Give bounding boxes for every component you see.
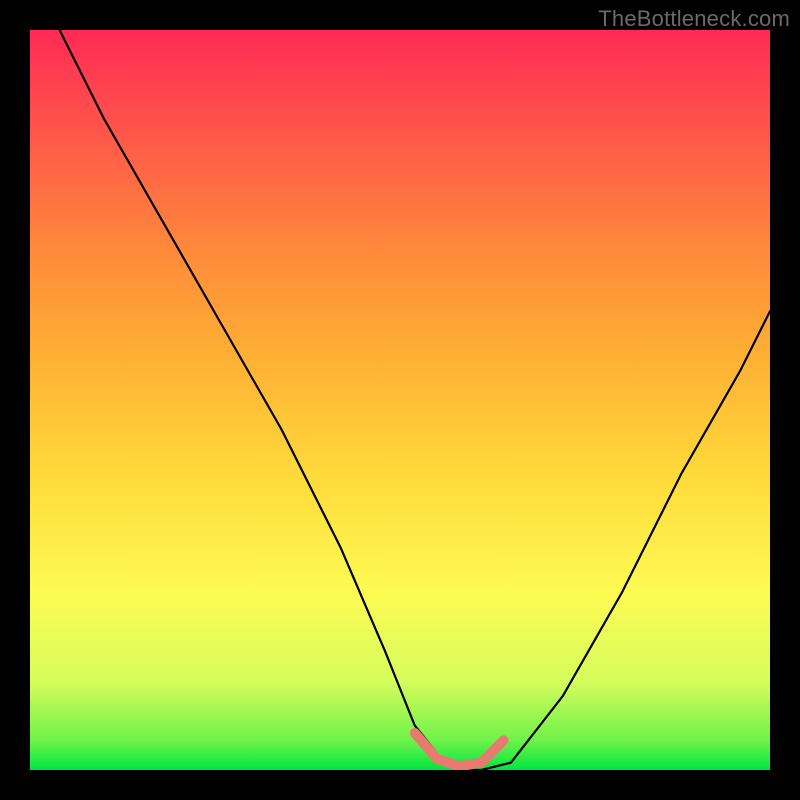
curve-layer [30,30,770,770]
trough-highlight [415,733,504,766]
chart-frame: TheBottleneck.com [0,0,800,800]
bottleneck-curve [60,30,770,770]
plot-area [30,30,770,770]
watermark-text: TheBottleneck.com [598,6,790,32]
